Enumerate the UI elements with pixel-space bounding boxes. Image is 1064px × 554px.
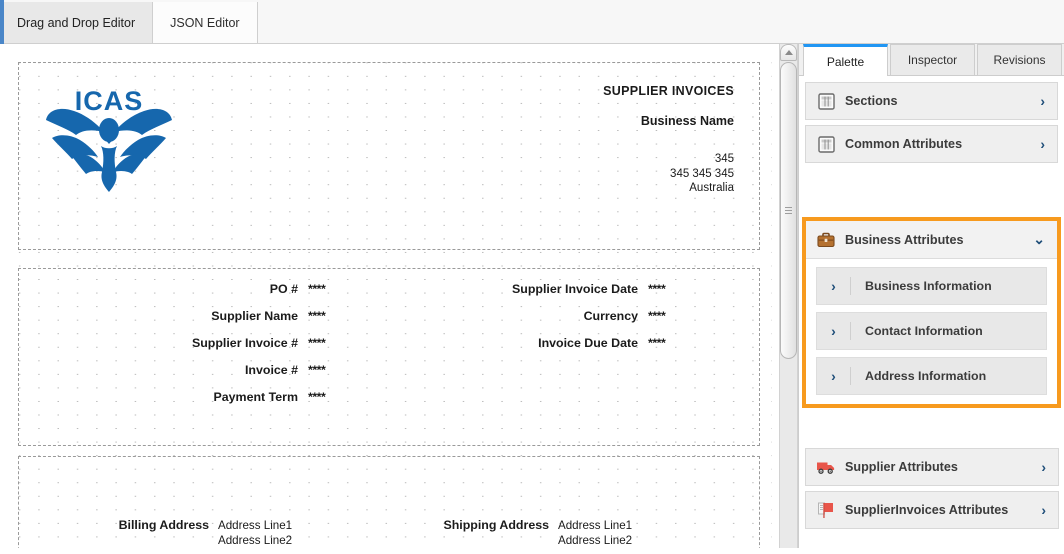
- truck-icon: [816, 457, 836, 477]
- field-value-supplier-name: ****: [308, 309, 326, 323]
- palette-item-contact-information-label: Contact Information: [865, 324, 983, 338]
- chevron-right-icon: ›: [817, 277, 851, 295]
- field-row-po-number[interactable]: PO # ****: [8, 282, 368, 309]
- panel-tabbar: Palette Inspector Revisions: [799, 44, 1064, 76]
- tab-json-editor-label: JSON Editor: [170, 15, 240, 30]
- chevron-down-icon: ⌄: [1033, 231, 1045, 247]
- tab-palette[interactable]: Palette: [803, 44, 888, 76]
- palette-item-address-information[interactable]: › Address Information: [816, 357, 1047, 395]
- chevron-right-icon: ›: [817, 367, 851, 385]
- business-attributes-sublist: › Business Information › Contact Informa…: [806, 259, 1057, 404]
- canvas-vertical-scrollbar[interactable]: [779, 44, 798, 548]
- field-label-supplier-invoice-date: Supplier Invoice Date: [511, 282, 638, 296]
- palette-group-business-attributes[interactable]: Business Attributes ⌄: [806, 221, 1057, 259]
- billing-address-line-2: Address Line2: [218, 534, 293, 547]
- shipping-address-lines: Address Line1 Address Line2 City State Z…: [558, 518, 708, 548]
- field-value-currency: ****: [648, 309, 666, 323]
- tab-drag-and-drop-editor[interactable]: Drag and Drop Editor: [0, 2, 154, 43]
- editor-tabbar: Drag and Drop Editor JSON Editor: [0, 0, 1064, 44]
- scrollbar-grip-icon: [785, 205, 792, 216]
- palette-body: Sections › Common Attributes › Business …: [799, 82, 1064, 554]
- field-row-currency[interactable]: Currency ****: [368, 309, 708, 336]
- billing-address-label: Billing Address: [118, 518, 209, 532]
- field-column-left: PO # **** Supplier Name **** Supplier In…: [8, 282, 368, 417]
- grid-icon: [816, 91, 836, 111]
- field-row-supplier-name[interactable]: Supplier Name ****: [8, 309, 368, 336]
- field-column-right: Supplier Invoice Date **** Currency ****…: [368, 282, 708, 363]
- tabbar-accent-stripe: [0, 0, 4, 44]
- field-value-po-number: ****: [308, 282, 326, 296]
- palette-group-supplierinvoices-attributes-label: SupplierInvoices Attributes: [845, 503, 1009, 517]
- field-label-currency: Currency: [583, 309, 638, 323]
- field-row-supplier-invoice-date[interactable]: Supplier Invoice Date ****: [368, 282, 708, 309]
- field-label-payment-term: Payment Term: [213, 390, 298, 404]
- palette-group-supplierinvoices-attributes[interactable]: SupplierInvoices Attributes ›: [805, 491, 1059, 529]
- palette-item-contact-information[interactable]: › Contact Information: [816, 312, 1047, 350]
- billing-address-line-1: Address Line1: [218, 519, 293, 532]
- business-name-field[interactable]: Business Name: [641, 114, 734, 128]
- billing-address-block[interactable]: Billing Address Address Line1 Address Li…: [38, 518, 368, 548]
- field-label-po-number: PO #: [269, 282, 298, 296]
- shipping-address-line-1: Address Line1: [558, 519, 633, 532]
- tab-drag-and-drop-editor-label: Drag and Drop Editor: [17, 15, 136, 30]
- palette-group-business-attributes-label: Business Attributes: [845, 232, 964, 247]
- palette-item-business-information[interactable]: › Business Information: [816, 267, 1047, 305]
- shipping-address-line-2: Address Line2: [558, 534, 633, 547]
- field-value-payment-term: ****: [308, 390, 326, 404]
- palette-item-address-information-label: Address Information: [865, 369, 987, 383]
- tab-json-editor[interactable]: JSON Editor: [153, 2, 258, 43]
- chevron-right-icon: ›: [1041, 502, 1046, 518]
- header-address-line-3: Australia: [689, 182, 734, 194]
- tab-inspector[interactable]: Inspector: [890, 44, 975, 75]
- tab-inspector-label: Inspector: [907, 53, 958, 67]
- palette-group-common-attributes[interactable]: Common Attributes ›: [805, 125, 1058, 163]
- chevron-right-icon: ›: [1041, 459, 1046, 475]
- palette-group-common-attributes-label: Common Attributes: [845, 137, 963, 151]
- shipping-address-label: Shipping Address: [443, 518, 549, 532]
- palette-group-supplier-attributes-label: Supplier Attributes: [845, 460, 958, 474]
- tabbar-empty-space: [257, 2, 1064, 43]
- header-address-line-2: 345 345 345: [670, 167, 734, 180]
- tab-revisions[interactable]: Revisions: [977, 44, 1062, 75]
- chevron-right-icon: ›: [1040, 93, 1045, 109]
- palette-group-sections-label: Sections: [845, 94, 898, 108]
- scroll-up-arrow-icon[interactable]: [780, 44, 797, 61]
- palette-group-sections[interactable]: Sections ›: [805, 82, 1058, 120]
- grid-icon: [816, 134, 836, 154]
- field-row-payment-term[interactable]: Payment Term ****: [8, 390, 368, 417]
- palette-groups-after: Supplier Attributes › SupplierInvoices A…: [799, 442, 1064, 534]
- header-address-block[interactable]: 345 345 345 345 Australia: [670, 152, 734, 196]
- chevron-right-icon: ›: [1040, 136, 1045, 152]
- right-palette-panel: Palette Inspector Revisions Sections › C…: [798, 44, 1064, 554]
- palette-item-business-information-label: Business Information: [865, 279, 992, 293]
- scrollbar-thumb[interactable]: [780, 62, 797, 359]
- field-value-supplier-invoice-date: ****: [648, 282, 666, 296]
- template-canvas-grid[interactable]: ICAS SUPPLIER INVOICES Business Name 345…: [8, 52, 772, 548]
- shipping-address-block[interactable]: Shipping Address Address Line1 Address L…: [378, 518, 708, 548]
- palette-group-supplier-attributes[interactable]: Supplier Attributes ›: [805, 448, 1059, 486]
- field-label-supplier-name: Supplier Name: [211, 309, 298, 323]
- chevron-right-icon: ›: [817, 322, 851, 340]
- icas-logo[interactable]: ICAS: [34, 80, 184, 192]
- palette-group-business-attributes-highlight: Business Attributes ⌄ › Business Informa…: [802, 217, 1061, 408]
- field-label-supplier-invoice-number: Supplier Invoice #: [191, 336, 298, 350]
- field-value-supplier-invoice-number: ****: [308, 336, 326, 350]
- tab-palette-label: Palette: [826, 54, 865, 69]
- briefcase-icon: [816, 230, 836, 250]
- field-value-invoice-due-date: ****: [648, 336, 666, 350]
- document-title[interactable]: SUPPLIER INVOICES: [603, 84, 734, 98]
- tab-revisions-label: Revisions: [993, 53, 1046, 67]
- field-value-invoice-number: ****: [308, 363, 326, 377]
- field-row-invoice-number[interactable]: Invoice # ****: [8, 363, 368, 390]
- template-canvas-area[interactable]: ICAS SUPPLIER INVOICES Business Name 345…: [0, 44, 780, 548]
- header-address-line-1: 345: [714, 153, 734, 165]
- billing-address-lines: Address Line1 Address Line2 City State Z…: [218, 518, 368, 548]
- svg-text:ICAS: ICAS: [75, 86, 144, 116]
- field-row-invoice-due-date[interactable]: Invoice Due Date ****: [368, 336, 708, 363]
- field-label-invoice-due-date: Invoice Due Date: [538, 336, 638, 350]
- field-row-supplier-invoice-number[interactable]: Supplier Invoice # ****: [8, 336, 368, 363]
- field-label-invoice-number: Invoice #: [244, 363, 298, 377]
- invoice-flag-icon: [816, 500, 836, 520]
